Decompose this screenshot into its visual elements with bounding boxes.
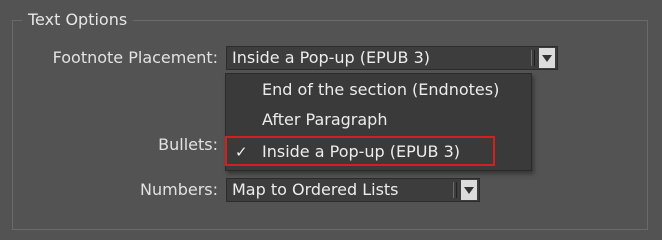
bullets-label: Bullets: <box>158 135 218 154</box>
numbers-label: Numbers: <box>140 180 218 199</box>
footnote-placement-menu: End of the section (Endnotes) After Para… <box>225 73 532 171</box>
menu-item-inside-popup[interactable]: ✓ Inside a Pop-up (EPUB 3) <box>226 140 531 164</box>
chevron-down-icon[interactable] <box>539 48 555 68</box>
menu-item-end-of-section[interactable]: End of the section (Endnotes) <box>226 78 531 102</box>
menu-item-after-paragraph[interactable]: After Paragraph <box>226 108 531 132</box>
footnote-placement-label: Footnote Placement: <box>52 48 218 67</box>
menu-item-label: End of the section (Endnotes) <box>262 80 500 99</box>
menu-item-label: Inside a Pop-up (EPUB 3) <box>262 142 460 161</box>
numbers-value: Map to Ordered Lists <box>232 180 399 199</box>
checkmark-icon: ✓ <box>235 143 248 161</box>
dropdown-separator <box>531 50 535 66</box>
menu-item-label: After Paragraph <box>262 110 388 129</box>
footnote-placement-dropdown[interactable]: Inside a Pop-up (EPUB 3) <box>226 46 558 70</box>
numbers-dropdown[interactable]: Map to Ordered Lists <box>226 178 480 202</box>
dropdown-separator <box>453 182 457 198</box>
footnote-placement-value: Inside a Pop-up (EPUB 3) <box>232 48 430 67</box>
chevron-down-icon[interactable] <box>461 180 477 200</box>
text-options-panel: Text Options Footnote Placement: Inside … <box>0 0 662 240</box>
section-title: Text Options <box>22 10 134 30</box>
